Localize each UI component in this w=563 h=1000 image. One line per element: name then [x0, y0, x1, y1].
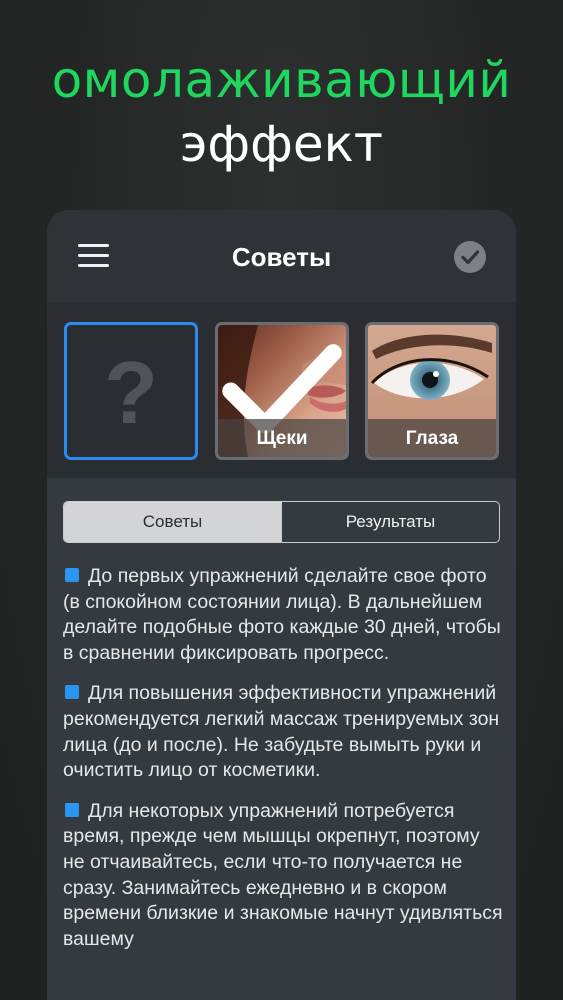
app-header: Советы — [47, 210, 516, 302]
bullet-icon — [65, 568, 79, 582]
exercise-zone-picker: ? Щеки Глаза — [47, 302, 516, 478]
bullet-icon — [65, 685, 79, 700]
tips-list: До первых упражнений сделайте свое фото … — [63, 564, 503, 967]
promo-line-1: омолаживающий — [51, 51, 512, 109]
zone-thumb-empty[interactable]: ? — [64, 322, 198, 460]
question-mark: ? — [104, 343, 158, 442]
segment-results[interactable]: Результаты — [281, 502, 499, 542]
promo-headline: омолаживающий эффект — [0, 50, 563, 174]
page-title: Советы — [231, 242, 332, 272]
tip-text: Для некоторых упражнений потребуется вре… — [63, 799, 503, 950]
check-circle-icon[interactable] — [454, 241, 486, 273]
zone-thumb-cheeks[interactable]: Щеки — [215, 322, 349, 460]
zone-label-cheeks: Щеки — [218, 419, 346, 457]
bullet-icon — [65, 802, 79, 817]
tip-item: Для некоторых упражнений потребуется вре… — [63, 799, 503, 953]
zone-label-eyes: Глаза — [368, 419, 496, 457]
tip-text: До первых упражнений сделайте свое фото … — [63, 565, 501, 664]
view-segmented-control: Советы Результаты — [63, 501, 500, 543]
tip-text: Для повышения эффективности упражнений р… — [63, 682, 500, 782]
zone-thumb-eyes[interactable]: Глаза — [365, 322, 499, 460]
app-screen: Советы ? Щеки Глаза Советы Результаты До… — [47, 210, 516, 1000]
tip-item: До первых упражнений сделайте свое фото … — [63, 564, 503, 666]
promo-line-2: эффект — [179, 115, 384, 173]
tip-item: Для повышения эффективности упражнений р… — [63, 681, 503, 783]
segment-tips[interactable]: Советы — [64, 502, 281, 542]
